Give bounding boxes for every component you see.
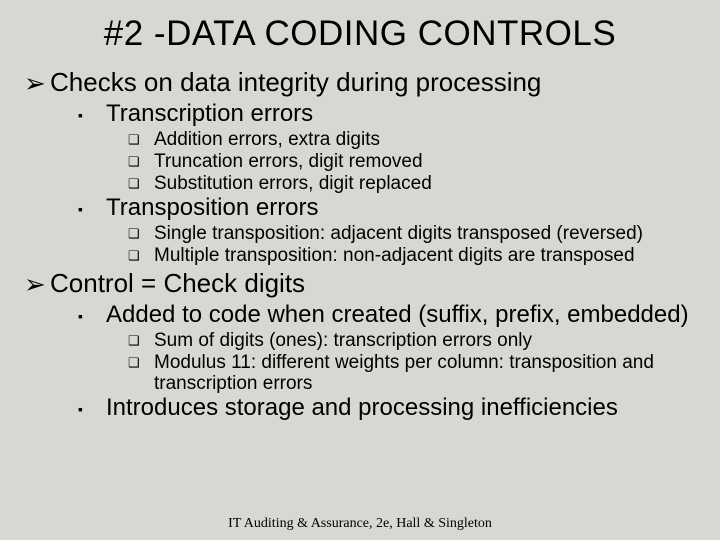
- bullet-level2: ▪ Added to code when created (suffix, pr…: [78, 302, 700, 330]
- text: Addition errors, extra digits: [154, 129, 700, 150]
- hollow-square-bullet-icon: ❑: [128, 245, 154, 267]
- bullet-level3: ❑ Substitution errors, digit replaced: [128, 173, 700, 195]
- text: Multiple transposition: non-adjacent dig…: [154, 245, 700, 266]
- text: Truncation errors, digit removed: [154, 151, 700, 172]
- hollow-square-bullet-icon: ❑: [128, 173, 154, 195]
- slide-footer: IT Auditing & Assurance, 2e, Hall & Sing…: [0, 516, 720, 532]
- bullet-level3: ❑ Modulus 11: different weights per colu…: [128, 352, 700, 395]
- bullet-level2: ▪ Transposition errors: [78, 195, 700, 223]
- hollow-square-bullet-icon: ❑: [128, 151, 154, 173]
- text: Sum of digits (ones): transcription erro…: [154, 330, 700, 351]
- bullet-level3: ❑ Single transposition: adjacent digits …: [128, 223, 700, 245]
- text: Transcription errors: [106, 101, 700, 128]
- arrow-bullet-icon: ➢: [24, 68, 50, 99]
- bullet-level3: ❑ Multiple transposition: non-adjacent d…: [128, 245, 700, 267]
- slide: #2 -DATA CODING CONTROLS ➢ Checks on dat…: [0, 0, 720, 540]
- hollow-square-bullet-icon: ❑: [128, 129, 154, 151]
- text: Single transposition: adjacent digits tr…: [154, 223, 700, 244]
- arrow-bullet-icon: ➢: [24, 269, 50, 300]
- text: Transposition errors: [106, 195, 700, 222]
- bullet-level1: ➢ Checks on data integrity during proces…: [24, 68, 700, 99]
- square-bullet-icon: ▪: [78, 302, 106, 330]
- text: Control = Check digits: [50, 269, 700, 298]
- square-bullet-icon: ▪: [78, 195, 106, 223]
- bullet-level3: ❑ Truncation errors, digit removed: [128, 151, 700, 173]
- text: Modulus 11: different weights per column…: [154, 352, 700, 395]
- text: Substitution errors, digit replaced: [154, 173, 700, 194]
- text: Added to code when created (suffix, pref…: [106, 302, 700, 329]
- square-bullet-icon: ▪: [78, 395, 106, 423]
- slide-title: #2 -DATA CODING CONTROLS: [20, 14, 700, 54]
- bullet-level3: ❑ Addition errors, extra digits: [128, 129, 700, 151]
- bullet-level2: ▪ Introduces storage and processing inef…: [78, 395, 700, 423]
- hollow-square-bullet-icon: ❑: [128, 223, 154, 245]
- text: Introduces storage and processing ineffi…: [106, 395, 700, 422]
- square-bullet-icon: ▪: [78, 101, 106, 129]
- bullet-level1: ➢ Control = Check digits: [24, 269, 700, 300]
- bullet-level2: ▪ Transcription errors: [78, 101, 700, 129]
- hollow-square-bullet-icon: ❑: [128, 352, 154, 374]
- bullet-level3: ❑ Sum of digits (ones): transcription er…: [128, 330, 700, 352]
- text: Checks on data integrity during processi…: [50, 68, 700, 97]
- hollow-square-bullet-icon: ❑: [128, 330, 154, 352]
